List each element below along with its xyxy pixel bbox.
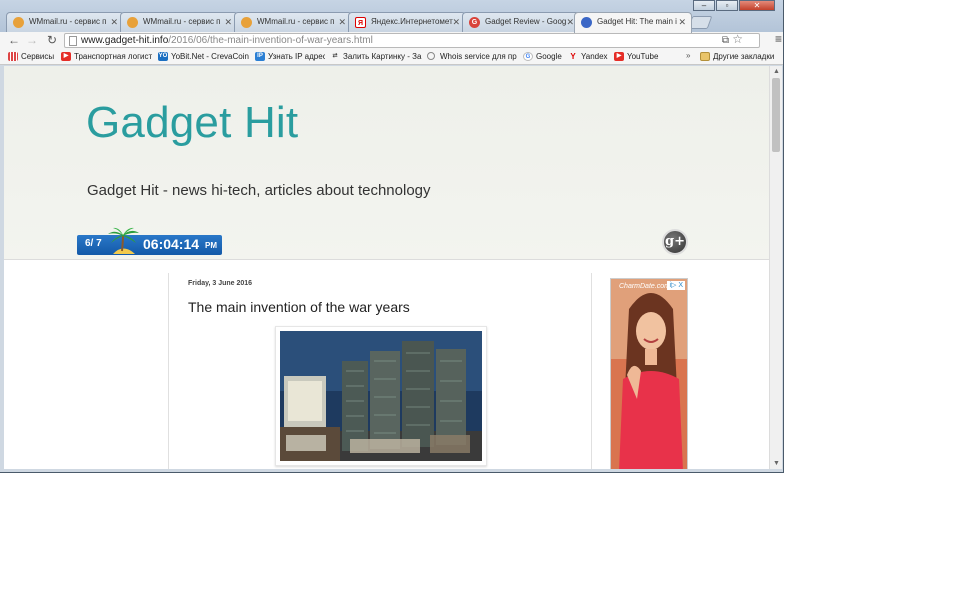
menu-icon[interactable]: ≡ [775,32,782,46]
tab-close-icon[interactable]: ✕ [452,13,460,31]
google-favicon: G [469,17,480,28]
minimize-button[interactable]: – [693,0,715,11]
tab-yandex[interactable]: Я Яндекс.Интернетомет ✕ [348,12,466,32]
tab-gadget-hit[interactable]: Gadget Hit: The main i ✕ [574,12,692,33]
reload-icon[interactable]: ↻ [44,32,60,48]
address-host: www.gadget-hit.info [81,35,169,46]
yobit-icon: YO [158,52,168,61]
google-plus-icon[interactable]: g+ [662,229,688,255]
blog-header: Gadget Hit Gadget Hit - news hi-tech, ar… [4,66,769,259]
tab-label: Яндекс.Интернетомет [371,17,453,26]
blog-description: Gadget Hit - news hi-tech, articles abou… [87,182,431,199]
ad-choices-icon[interactable]: i▷ X [667,281,685,290]
bookmark-youtube[interactable]: ▶ YouTube [614,51,664,63]
page-icon [69,36,77,46]
wmmail-favicon [13,17,24,28]
bookmark-whois[interactable]: Whois service для пр [427,51,517,63]
scroll-down-arrow-icon[interactable]: ▼ [770,458,783,469]
advertisement-banner[interactable]: CharmDate.com i▷ X [610,278,688,469]
tab-label: Gadget Hit: The main i [597,17,677,26]
browser-toolbar: ← → ↻ www.gadget-hit.info/2016/06/the-ma… [0,32,783,49]
bookmark-google[interactable]: G Google [523,51,565,63]
bookmark-yobit[interactable]: YO YoBit.Net - CrevaCoin [158,51,250,63]
browser-window: WMmail.ru - сервис п ✕ WMmail.ru - серви… [0,0,784,473]
bookmark-label: Сервисы [21,52,55,61]
clock-date: 6/ 7 [85,238,102,249]
post-column: Friday, 3 June 2016 The main invention o… [168,273,592,469]
address-path: /2016/06/the-main-invention-of-war-years… [168,35,373,46]
maximize-button[interactable]: ▫ [716,0,738,11]
tab-wmmail-2[interactable]: WMmail.ru - сервис п ✕ [120,12,238,32]
upload-icon: ⇄ [332,53,338,59]
post-date: Friday, 3 June 2016 [188,280,253,287]
clock-ampm: PM [205,241,217,250]
bookmark-upload[interactable]: ⇄ Залить Картинку - За [330,51,422,63]
tab-close-icon[interactable]: ✕ [224,13,232,31]
tab-label: WMmail.ru - сервис п [143,17,221,26]
yandex-icon: Y [570,52,576,61]
bookmark-label: Узнать IP адрес [268,52,325,61]
bookmarks-overflow-button[interactable]: » [686,51,690,60]
tab-label: WMmail.ru - сервис п [29,17,107,26]
post-image[interactable] [275,326,487,466]
computer-room-photo [280,331,482,461]
blog-title[interactable]: Gadget Hit [86,98,298,148]
bookmark-other[interactable]: Другие закладки [700,51,782,63]
post-title[interactable]: The main invention of the war years [188,299,410,315]
bookmark-services[interactable]: Сервисы [8,51,56,63]
bookmark-yandex[interactable]: Y Yandex [568,51,610,63]
bookmark-label: YoBit.Net - CrevaCoin [171,52,249,61]
tab-close-icon[interactable]: ✕ [110,13,118,31]
scroll-up-arrow-icon[interactable]: ▲ [770,66,783,77]
bookmark-label: Yandex [581,52,608,61]
clock-widget: 6/ 7 06:04:14 PM [77,227,222,255]
bookmarks-bar: Сервисы ▶ Транспортная логист YO YoBit.N… [0,49,783,65]
bookmark-label: Google [536,52,562,61]
palm-tree-icon [108,227,139,254]
whois-icon [427,52,435,60]
tab-close-icon[interactable]: ✕ [338,13,346,31]
bookmark-label: Другие закладки [713,52,775,61]
wmmail-favicon [241,17,252,28]
ad-woman-photo [611,279,687,469]
clock-time: 06:04:14 [143,236,200,252]
content-area: Friday, 3 June 2016 The main invention o… [4,259,769,469]
bookmark-star-icon[interactable]: ☆ [732,34,743,46]
page-viewport: Gadget Hit Gadget Hit - news hi-tech, ar… [4,66,769,469]
bookmark-label: YouTube [627,52,659,61]
bookmark-transport[interactable]: ▶ Транспортная логист [61,51,153,63]
tab-gadget-review[interactable]: G Gadget Review - Goog ✕ [462,12,580,32]
scroll-thumb[interactable] [772,78,780,152]
bookmark-label: Транспортная логист [74,52,153,61]
translate-icon[interactable]: ⧉ [722,34,729,47]
vertical-scrollbar[interactable]: ▲ ▼ [769,66,782,469]
bookmark-label: Whois service для пр [440,52,517,61]
tab-wmmail-1[interactable]: WMmail.ru - сервис п ✕ [6,12,124,32]
tab-close-icon[interactable]: ✕ [566,13,574,31]
ip-icon: IP [255,52,265,61]
close-window-button[interactable]: ✕ [739,0,775,11]
ad-logo: CharmDate.com [619,283,670,290]
forward-arrow-icon[interactable]: → [24,32,40,48]
tab-strip: WMmail.ru - сервис п ✕ WMmail.ru - серви… [0,0,783,33]
youtube-icon: ▶ [614,52,624,61]
bookmark-label: Залить Картинку - За [343,52,422,61]
bookmark-ip[interactable]: IP Узнать IP адрес [255,51,325,63]
tab-close-icon[interactable]: ✕ [678,13,686,31]
wmmail-favicon [127,17,138,28]
youtube-icon: ▶ [61,52,71,61]
apps-icon [8,52,18,61]
folder-icon [700,52,710,61]
yandex-favicon: Я [355,17,366,28]
address-bar[interactable]: www.gadget-hit.info/2016/06/the-main-inv… [64,33,760,48]
tab-label: Gadget Review - Goog [485,17,567,26]
gadget-hit-favicon [581,17,592,28]
tab-wmmail-3[interactable]: WMmail.ru - сервис п ✕ [234,12,352,32]
back-arrow-icon[interactable]: ← [6,32,22,48]
tab-label: WMmail.ru - сервис п [257,17,335,26]
google-icon: G [523,52,533,61]
